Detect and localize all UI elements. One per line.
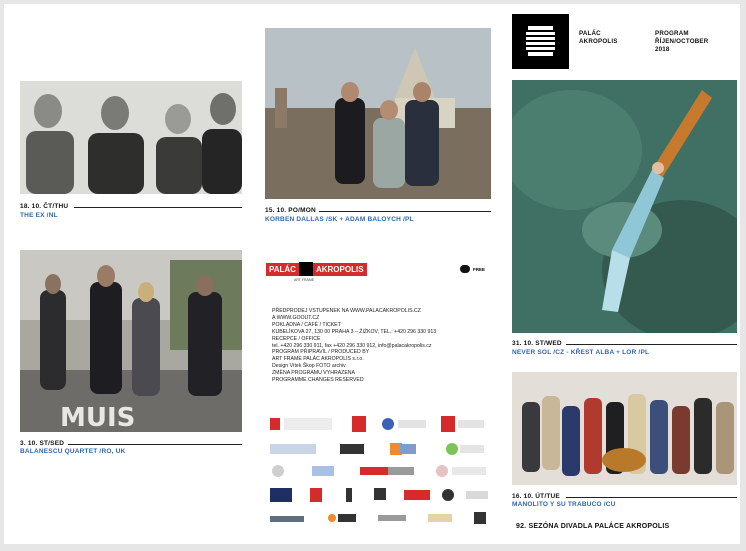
sponsor-logo: [466, 491, 488, 499]
sponsor-logo: [460, 445, 484, 453]
divider-line: [319, 211, 491, 212]
photo-korben-dallas: [265, 28, 491, 199]
program-heading-line1: PROGRAM: [655, 30, 689, 37]
sponsor-logo: [312, 466, 334, 476]
free-badge-label: FREE: [473, 266, 486, 272]
program-page: PALÁC AKROPOLIS PROGRAM ŘÍJEN/OCTOBER 20…: [4, 4, 740, 544]
divider-line: [68, 444, 242, 445]
program-heading-line3: 2018: [655, 46, 670, 53]
sponsor-logo: [270, 418, 280, 430]
sponsor-logo: [328, 514, 336, 522]
venue-name-line2: AKROPOLIS: [579, 38, 618, 45]
sponsor-logo: [474, 512, 486, 524]
sponsor-logo: [340, 444, 364, 454]
event-title-the-ex: THE EX /NL: [20, 212, 58, 219]
sponsor-logo: [360, 467, 388, 475]
sponsor-logo: [441, 416, 455, 432]
sponsor-logo: [374, 488, 386, 500]
event-date-never-sol: 31. 10. ST/WED: [512, 340, 562, 347]
event-date-the-ex: 18. 10. ČT/THU: [20, 203, 69, 210]
info-block: PŘEDPRODEJ VSTUPENEK NA WWW.PALACAKROPOL…: [272, 308, 502, 384]
photo-manolito: [512, 372, 737, 485]
info-line: RECEPCE / OFFICE: [272, 335, 321, 342]
photo-the-ex: [20, 81, 242, 194]
sponsor-logo: [442, 489, 454, 501]
event-date-korben-dallas: 15. 10. PO/MON: [265, 207, 316, 214]
free-badge: FREE: [460, 265, 485, 273]
sponsor-logo: [398, 420, 426, 428]
divider-line: [566, 497, 737, 498]
sponsor-logo: [352, 416, 366, 432]
sponsor-logo: [446, 443, 458, 455]
sponsor-logo: [284, 418, 332, 430]
logo-building-icon: [298, 262, 313, 276]
info-line: PROGRAMME CHANGES RESERVED: [272, 377, 364, 384]
event-title-manolito: MANOLITO Y SU TRABUCO /CU: [512, 501, 616, 508]
sponsor-logo: [404, 490, 430, 500]
event-title-never-sol: NEVER SOL /CZ - KŘEST ALBA + LOR /PL: [512, 349, 650, 356]
sponsor-logo: [436, 465, 448, 477]
venue-name: PALÁC AKROPOLIS: [579, 30, 618, 46]
divider-line: [74, 207, 242, 208]
sponsor-logo: [382, 418, 394, 430]
sponsor-logo: [452, 467, 486, 475]
event-title-balanescu: BALANESCU QUARTET /RO, UK: [20, 448, 126, 455]
building-icon: [526, 26, 555, 56]
sponsor-logo: [428, 514, 452, 522]
event-date-balanescu: 3. 10. ST/SED: [20, 440, 65, 447]
program-heading-line2: ŘÍJEN/OCTOBER: [655, 38, 709, 45]
divider-line: [566, 344, 737, 345]
sponsor-logo: [272, 465, 284, 477]
akropolis-logo-mark: [512, 14, 569, 69]
sponsor-logo: [310, 488, 322, 502]
logo-left-text: PALÁC: [266, 262, 299, 276]
logo-subtitle: ART FRAME: [294, 278, 315, 282]
info-line: POKLADNA / CAFÉ / TICKET: [272, 321, 341, 328]
info-line: PŘEDPRODEJ VSTUPENEK NA WWW.PALACAKROPOL…: [272, 308, 421, 314]
sponsor-logo: [270, 488, 292, 502]
sponsor-logo: [338, 514, 356, 522]
season-footer: 92. SEZÓNA DIVADLA PALÁCE AKROPOLIS: [516, 523, 670, 530]
logo-right-text: AKROPOLIS: [312, 262, 367, 276]
sponsor-logo: [270, 444, 316, 454]
event-title-korben-dallas: KORBEN DALLAS /SK + ADAM BALOYCH /PL: [265, 216, 414, 223]
free-badge-icon: [460, 265, 470, 273]
photo-balanescu-quartet: MUIS: [20, 250, 242, 432]
sponsor-logo: [270, 516, 304, 522]
sponsor-logo: [400, 444, 416, 454]
sponsor-logo: [388, 467, 414, 475]
sponsor-logo: [458, 420, 484, 428]
sponsor-logo: [378, 515, 406, 521]
info-line: ZMĚNA PROGRAMU VYHRAZENA: [272, 370, 356, 377]
photo-never-sol: [512, 80, 737, 333]
info-line: KUBELÍKOVA 27, 130 00 PRAHA 3 – ŽIŽKOV, …: [272, 328, 437, 335]
venue-name-line1: PALÁC: [579, 30, 601, 37]
street-text: MUIS: [60, 403, 135, 432]
event-date-manolito: 16. 10. ÚT/TUE: [512, 493, 560, 500]
sponsor-logo: [346, 488, 352, 502]
info-line: A WWW.GOOUT.CZ: [272, 314, 320, 321]
program-heading: PROGRAM ŘÍJEN/OCTOBER 2018: [655, 30, 708, 54]
palac-akropolis-logo: PALÁC AKROPOLIS: [266, 262, 367, 276]
